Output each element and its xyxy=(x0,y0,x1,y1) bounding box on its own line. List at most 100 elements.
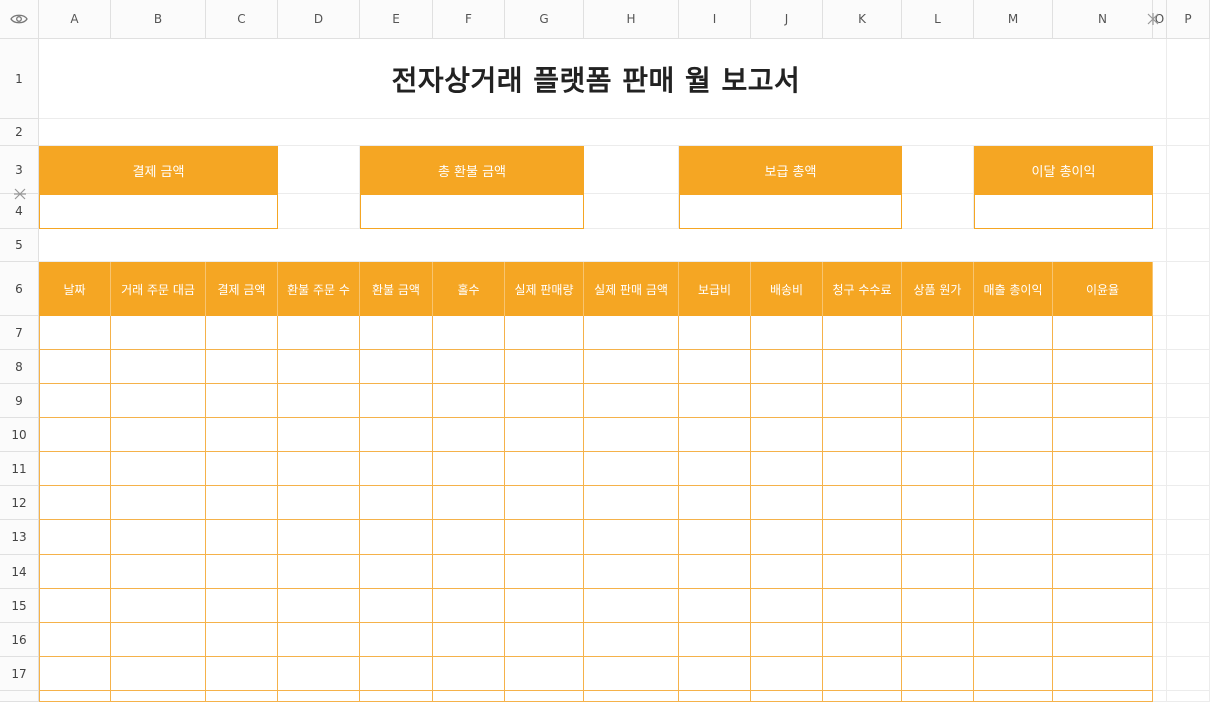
cell[interactable] xyxy=(1167,119,1210,146)
table-cell[interactable] xyxy=(902,657,974,691)
freeze-row-handle-icon[interactable] xyxy=(12,186,28,202)
table-cell[interactable] xyxy=(505,350,584,384)
cell[interactable] xyxy=(1153,229,1167,262)
blank-row[interactable] xyxy=(39,229,1153,262)
table-cell[interactable] xyxy=(278,623,360,657)
table-cell[interactable] xyxy=(206,418,278,452)
table-cell[interactable] xyxy=(206,555,278,589)
table-cell[interactable] xyxy=(974,657,1053,691)
cell[interactable] xyxy=(1153,520,1167,555)
cell[interactable] xyxy=(1167,486,1210,520)
table-cell[interactable] xyxy=(39,316,111,350)
table-cell[interactable] xyxy=(505,589,584,623)
table-cell[interactable] xyxy=(751,452,823,486)
table-cell[interactable] xyxy=(679,316,751,350)
table-cell[interactable] xyxy=(111,384,206,418)
column-header-l[interactable]: L xyxy=(902,0,974,39)
table-cell[interactable] xyxy=(360,555,433,589)
table-cell[interactable] xyxy=(823,350,902,384)
table-cell[interactable] xyxy=(111,452,206,486)
table-cell[interactable] xyxy=(823,452,902,486)
table-cell[interactable] xyxy=(111,623,206,657)
table-cell[interactable] xyxy=(823,691,902,702)
table-cell[interactable] xyxy=(360,350,433,384)
table-cell[interactable] xyxy=(433,555,505,589)
select-all-corner[interactable] xyxy=(0,0,39,39)
column-header-m[interactable]: M xyxy=(974,0,1053,39)
table-cell[interactable] xyxy=(1053,350,1153,384)
table-cell[interactable] xyxy=(1053,623,1153,657)
table-cell[interactable] xyxy=(39,452,111,486)
table-cell[interactable] xyxy=(111,486,206,520)
table-cell[interactable] xyxy=(433,418,505,452)
table-cell[interactable] xyxy=(679,486,751,520)
table-header-11[interactable]: 청구 수수료 xyxy=(823,262,902,316)
table-header-6[interactable]: 홀수 xyxy=(433,262,505,316)
table-cell[interactable] xyxy=(206,589,278,623)
table-cell[interactable] xyxy=(505,418,584,452)
table-cell[interactable] xyxy=(823,486,902,520)
table-cell[interactable] xyxy=(1053,691,1153,702)
table-cell[interactable] xyxy=(584,555,679,589)
column-header-g[interactable]: G xyxy=(505,0,584,39)
cell[interactable] xyxy=(1153,555,1167,589)
table-cell[interactable] xyxy=(360,589,433,623)
table-cell[interactable] xyxy=(1053,657,1153,691)
table-cell[interactable] xyxy=(679,555,751,589)
table-cell[interactable] xyxy=(433,520,505,555)
table-cell[interactable] xyxy=(278,486,360,520)
table-cell[interactable] xyxy=(433,486,505,520)
table-cell[interactable] xyxy=(111,350,206,384)
table-cell[interactable] xyxy=(584,657,679,691)
table-cell[interactable] xyxy=(902,520,974,555)
table-cell[interactable] xyxy=(206,350,278,384)
cell[interactable] xyxy=(1153,146,1167,194)
table-cell[interactable] xyxy=(39,589,111,623)
cell[interactable] xyxy=(1167,262,1210,316)
cell[interactable] xyxy=(1153,486,1167,520)
table-cell[interactable] xyxy=(206,623,278,657)
table-cell[interactable] xyxy=(360,486,433,520)
table-cell[interactable] xyxy=(751,691,823,702)
cell[interactable] xyxy=(278,194,360,229)
cell[interactable] xyxy=(1167,657,1210,691)
column-header-n[interactable]: N xyxy=(1053,0,1153,39)
table-cell[interactable] xyxy=(584,486,679,520)
table-cell[interactable] xyxy=(679,520,751,555)
cell[interactable] xyxy=(1167,194,1210,229)
table-cell[interactable] xyxy=(111,657,206,691)
table-cell[interactable] xyxy=(902,316,974,350)
table-cell[interactable] xyxy=(1053,316,1153,350)
table-cell[interactable] xyxy=(360,657,433,691)
table-cell[interactable] xyxy=(974,452,1053,486)
row-header-2[interactable]: 2 xyxy=(0,119,39,146)
table-cell[interactable] xyxy=(902,384,974,418)
cell[interactable] xyxy=(1153,691,1167,702)
cell[interactable] xyxy=(1167,384,1210,418)
table-cell[interactable] xyxy=(679,384,751,418)
table-cell[interactable] xyxy=(679,418,751,452)
table-cell[interactable] xyxy=(823,657,902,691)
row-header-7[interactable]: 7 xyxy=(0,316,39,350)
table-cell[interactable] xyxy=(902,691,974,702)
table-cell[interactable] xyxy=(751,418,823,452)
table-cell[interactable] xyxy=(39,623,111,657)
cell[interactable] xyxy=(1167,555,1210,589)
table-cell[interactable] xyxy=(974,486,1053,520)
cell[interactable] xyxy=(1167,520,1210,555)
column-header-i[interactable]: I xyxy=(679,0,751,39)
table-cell[interactable] xyxy=(902,589,974,623)
report-title[interactable]: 전자상거래 플랫폼 판매 월 보고서 xyxy=(39,39,1153,119)
table-cell[interactable] xyxy=(974,623,1053,657)
table-cell[interactable] xyxy=(974,520,1053,555)
table-cell[interactable] xyxy=(584,520,679,555)
table-cell[interactable] xyxy=(360,623,433,657)
table-cell[interactable] xyxy=(751,384,823,418)
cell[interactable] xyxy=(1153,589,1167,623)
cell[interactable] xyxy=(1153,316,1167,350)
table-cell[interactable] xyxy=(679,589,751,623)
table-header-4[interactable]: 환불 주문 수 xyxy=(278,262,360,316)
table-cell[interactable] xyxy=(584,350,679,384)
table-cell[interactable] xyxy=(751,589,823,623)
cell[interactable] xyxy=(1153,39,1167,119)
